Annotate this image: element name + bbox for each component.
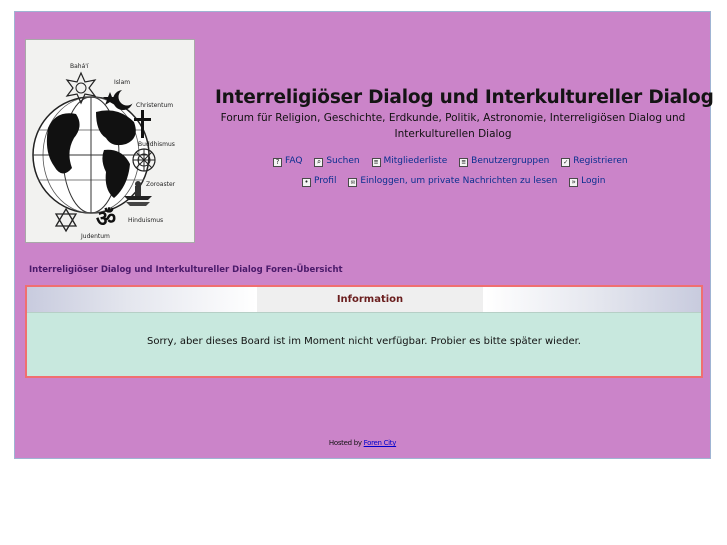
nav-register-link[interactable]: ✓ Registrieren [561, 156, 628, 167]
nav-row-main: ? FAQ ⌕ Suchen ≡ Mitgliederliste ≡ Benutzerg… [273, 156, 637, 167]
messages-icon: ✉ [348, 178, 358, 187]
login-icon: » [569, 178, 579, 187]
information-message: Sorry, aber dieses Board ist im Moment n… [147, 336, 581, 347]
footer-host-link[interactable]: Foren City [364, 439, 397, 447]
logo-label-bahai: Bahá'í [70, 63, 89, 70]
nav-profile-label: Profil [314, 176, 337, 186]
nav-profile-link[interactable]: • Profil [302, 176, 336, 187]
nav-messages-link[interactable]: ✉ Einloggen, um private Nachrichten zu le… [348, 176, 557, 187]
site-description: Forum für Religion, Geschichte, Erdkunde… [220, 110, 686, 142]
forum-logo[interactable]: ॐ Bahá'í Islam Christentum Buddhismus Zo… [25, 39, 195, 243]
information-body: Sorry, aber dieses Board ist im Moment n… [27, 312, 701, 376]
usergroups-icon: ≡ [459, 158, 469, 167]
nav-faq-label: FAQ [285, 156, 303, 166]
footer-hosted-by: Hosted by [328, 439, 364, 447]
nav-memberlist-label: Mitgliederliste [383, 156, 448, 166]
nav-faq-link[interactable]: ? FAQ [273, 156, 302, 167]
nav-usergroups-label: Benutzergruppen [471, 156, 550, 166]
information-header: Information [27, 287, 701, 312]
site-description-line-1: Forum für Religion, Geschichte, Erdkunde… [220, 112, 686, 124]
nav-usergroups-link[interactable]: ≡ Benutzergruppen [459, 156, 549, 167]
memberlist-icon: ≡ [371, 158, 381, 167]
breadcrumb-forum-index[interactable]: Interreligiöser Dialog und Interkulturel… [29, 265, 343, 275]
nav-row-user: • Profil ✉ Einloggen, um private Nachricht… [302, 176, 614, 187]
logo-label-zoroaster: Zoroaster [146, 181, 176, 188]
logo-label-buddhismus: Buddhismus [138, 141, 175, 148]
logo-label-christentum: Christentum [136, 102, 173, 109]
nav-messages-label: Einloggen, um private Nachrichten zu les… [360, 176, 558, 186]
logo-label-hinduismus: Hinduismus [128, 217, 163, 224]
page-frame: ॐ Bahá'í Islam Christentum Buddhismus Zo… [14, 11, 714, 459]
nav-memberlist-link[interactable]: ≡ Mitgliederliste [371, 156, 448, 167]
religions-logo-image: ॐ Bahá'í Islam Christentum Buddhismus Zo… [32, 63, 176, 240]
site-description-line-2: Interkulturellen Dialog [394, 128, 512, 140]
nav-login-link[interactable]: » Login [569, 176, 605, 187]
nav-login-label: Login [581, 176, 606, 186]
svg-text:ॐ: ॐ [96, 206, 116, 232]
logo-label-islam: Islam [114, 79, 130, 86]
information-box: Information Sorry, aber dieses Board ist… [25, 285, 703, 378]
nav-register-label: Registrieren [573, 156, 628, 166]
profile-icon: • [302, 178, 311, 187]
nav-search-link[interactable]: ⌕ Suchen [314, 156, 360, 167]
footer: Hosted by Foren City [15, 439, 710, 447]
nav-search-label: Suchen [326, 156, 360, 166]
site-title: Interreligiöser Dialog und Interkulturel… [215, 87, 714, 108]
logo-label-judentum: Judentum [80, 233, 110, 240]
faq-icon: ? [273, 158, 282, 167]
search-icon: ⌕ [314, 158, 324, 167]
information-title: Information [257, 287, 483, 312]
register-icon: ✓ [561, 158, 571, 167]
